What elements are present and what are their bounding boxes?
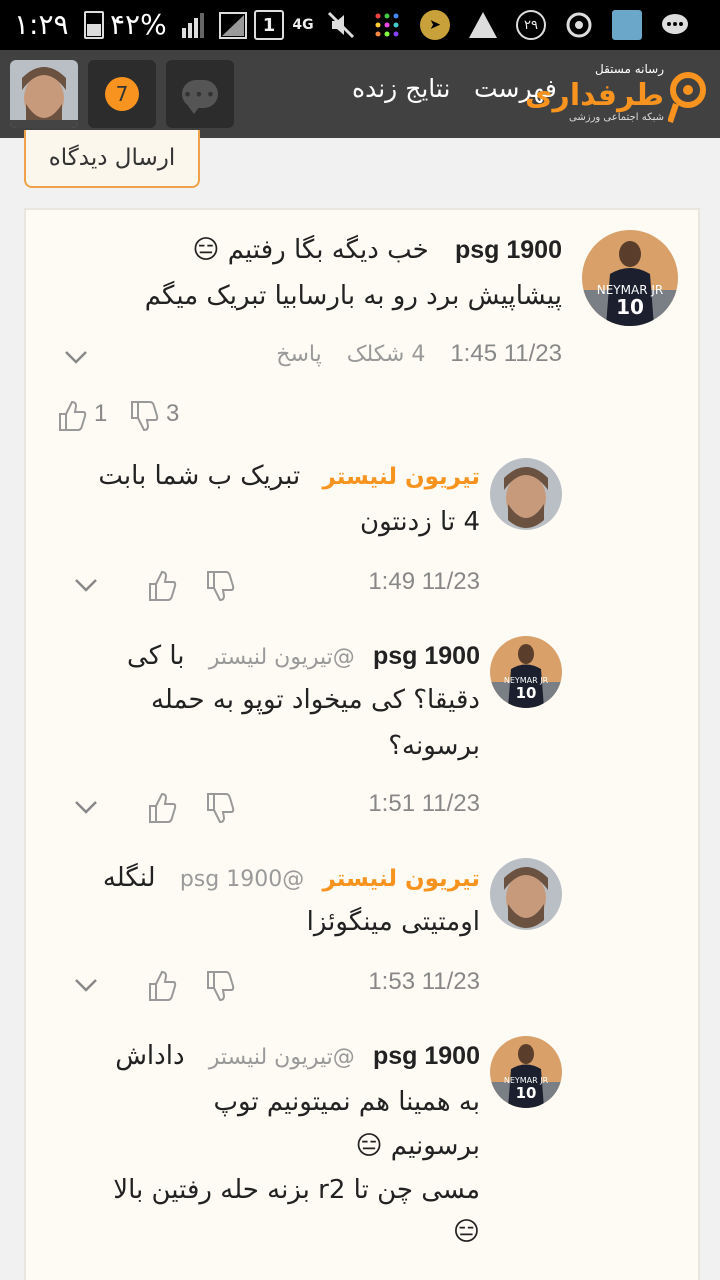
mute-icon <box>327 11 355 39</box>
reply-text-continued: 4 تا زدنتون <box>360 507 480 537</box>
notifications-button[interactable]: 7 <box>88 60 156 128</box>
attachments-count[interactable]: 4 شکلک <box>347 342 426 367</box>
more-chat-icon <box>662 14 688 34</box>
reply-author[interactable]: psg 1900 <box>373 642 480 670</box>
reply-mention[interactable]: @تیریون لنیستر <box>209 645 355 670</box>
logo[interactable]: رسانه مستقل طرفداری شبکه اجتماعی ورزشی <box>525 58 708 130</box>
like-icon[interactable] <box>146 568 178 604</box>
dislike-icon[interactable] <box>204 968 236 1004</box>
comment-date: 11/23 1:45 <box>450 340 562 367</box>
battery-percent: ۴۲% <box>110 8 167 41</box>
reply-text-continued: دقیقا؟ کی میخواد توپو به حمله <box>150 685 480 715</box>
warning-icon <box>469 12 497 38</box>
notification-count: ۲۹ <box>516 10 546 40</box>
like-count: 1 <box>94 400 108 427</box>
dislike-icon[interactable] <box>204 568 236 604</box>
reply-text-continued: 😑 <box>452 1217 480 1247</box>
status-time: ۱:۲۹ <box>14 8 69 41</box>
dislike-count: 3 <box>166 400 180 427</box>
reply-header: psg 1900 @تیریون لنیستر با کی <box>40 632 480 682</box>
expand-icon[interactable] <box>72 970 100 998</box>
avatar[interactable]: NEYMAR JR 10 <box>582 230 678 326</box>
sim-slot-icon: 1 <box>254 10 284 40</box>
chat-icon: ••• <box>182 80 218 114</box>
reply-text: با کی <box>127 641 185 671</box>
reply-author[interactable]: تیریون لنیستر <box>322 464 480 490</box>
like-icon[interactable] <box>146 790 178 826</box>
svg-text:10: 10 <box>616 295 644 319</box>
logo-tagline: رسانه مستقل <box>594 62 664 76</box>
like-icon[interactable] <box>146 968 178 1004</box>
battery-icon <box>84 11 104 39</box>
nav-live-results[interactable]: نتایج زنده <box>352 74 450 103</box>
reply-author[interactable]: psg 1900 <box>373 1042 480 1070</box>
dislike-icon[interactable] <box>128 398 160 434</box>
reply-author[interactable]: تیریون لنیستر <box>322 866 480 892</box>
svg-text:10: 10 <box>516 1084 537 1102</box>
reply-date: 11/23 1:49 <box>368 568 480 595</box>
reply-date: 11/23 1:53 <box>368 968 480 995</box>
message-icon <box>612 10 642 40</box>
reply-date: 11/23 1:51 <box>368 790 480 817</box>
reply-header: psg 1900 @تیریون لنیستر داداش <box>40 1032 480 1082</box>
status-bar: ۱:۲۹ ۴۲% 1 4G ➤ ۲۹ <box>0 0 720 50</box>
telegram-icon: ➤ <box>420 10 450 40</box>
comment-author[interactable]: psg 1900 <box>455 236 562 264</box>
reply-text-continued: برسونیم 😑 <box>355 1131 480 1161</box>
svg-text:10: 10 <box>516 684 537 702</box>
reply-header: تیریون لنیستر @psg 1900 لنگله <box>40 854 480 904</box>
avatar[interactable] <box>490 458 562 530</box>
screen: ۱:۲۹ ۴۲% 1 4G ➤ ۲۹ 7 ••• نتایج زنده فهرس… <box>0 0 720 1280</box>
send-comment-button[interactable]: ارسال دیدگاه <box>24 130 200 188</box>
reply-text-continued: مسی چن تا r2 بزنه حله رفتین بالا <box>113 1175 480 1205</box>
signal-icon <box>182 13 204 38</box>
network-type: 4G <box>292 17 314 33</box>
user-avatar[interactable] <box>10 60 78 128</box>
comment-text-continued: پیشاپیش برد رو به بارسابیا تبریک میگم <box>144 281 562 311</box>
app-bar: 7 ••• نتایج زنده فهرست رسانه مستقل طرفدا… <box>0 50 720 138</box>
reply-text-continued: به همینا هم نمیتونیم توپ <box>213 1087 480 1117</box>
reply-text: داداش <box>115 1041 185 1071</box>
reply-link[interactable]: پاسخ <box>276 342 321 367</box>
expand-icon[interactable] <box>72 570 100 598</box>
messages-button[interactable]: ••• <box>166 60 234 128</box>
reply-text: لنگله <box>102 863 156 893</box>
reply-mention[interactable]: @تیریون لنیستر <box>209 1045 355 1070</box>
reply-text: تبریک ب شما بابت <box>98 461 301 491</box>
avatar[interactable] <box>490 858 562 930</box>
reply-mention[interactable]: @psg 1900 <box>180 867 304 892</box>
expand-icon[interactable] <box>62 342 90 370</box>
notification-badge: 7 <box>105 77 139 111</box>
avatar[interactable]: NEYMAR JR 10 <box>490 636 562 708</box>
expand-icon[interactable] <box>72 792 100 820</box>
sync-icon <box>566 12 592 38</box>
signal-off-icon <box>219 12 247 39</box>
comment-text: خب دیگه بگا رفتیم 😑 <box>192 235 429 265</box>
like-icon[interactable] <box>56 398 88 434</box>
reply-header: تیریون لنیستر تبریک ب شما بابت <box>40 452 480 501</box>
dots-grid-icon <box>375 13 399 37</box>
avatar[interactable]: NEYMAR JR 10 <box>490 1036 562 1108</box>
comment-meta: 11/23 1:45 4 شکلک پاسخ <box>276 340 562 368</box>
dislike-icon[interactable] <box>204 790 236 826</box>
logo-text: طرفداری <box>525 78 664 113</box>
reply-text-continued: اومتیتی مینگوئزا <box>306 907 480 937</box>
logo-subtitle: شبکه اجتماعی ورزشی <box>569 112 664 123</box>
logo-mark-icon <box>668 72 706 123</box>
comment-header: psg 1900 خب دیگه بگا رفتیم 😑 <box>22 226 562 274</box>
reply-text-continued: برسونه؟ <box>388 731 480 761</box>
